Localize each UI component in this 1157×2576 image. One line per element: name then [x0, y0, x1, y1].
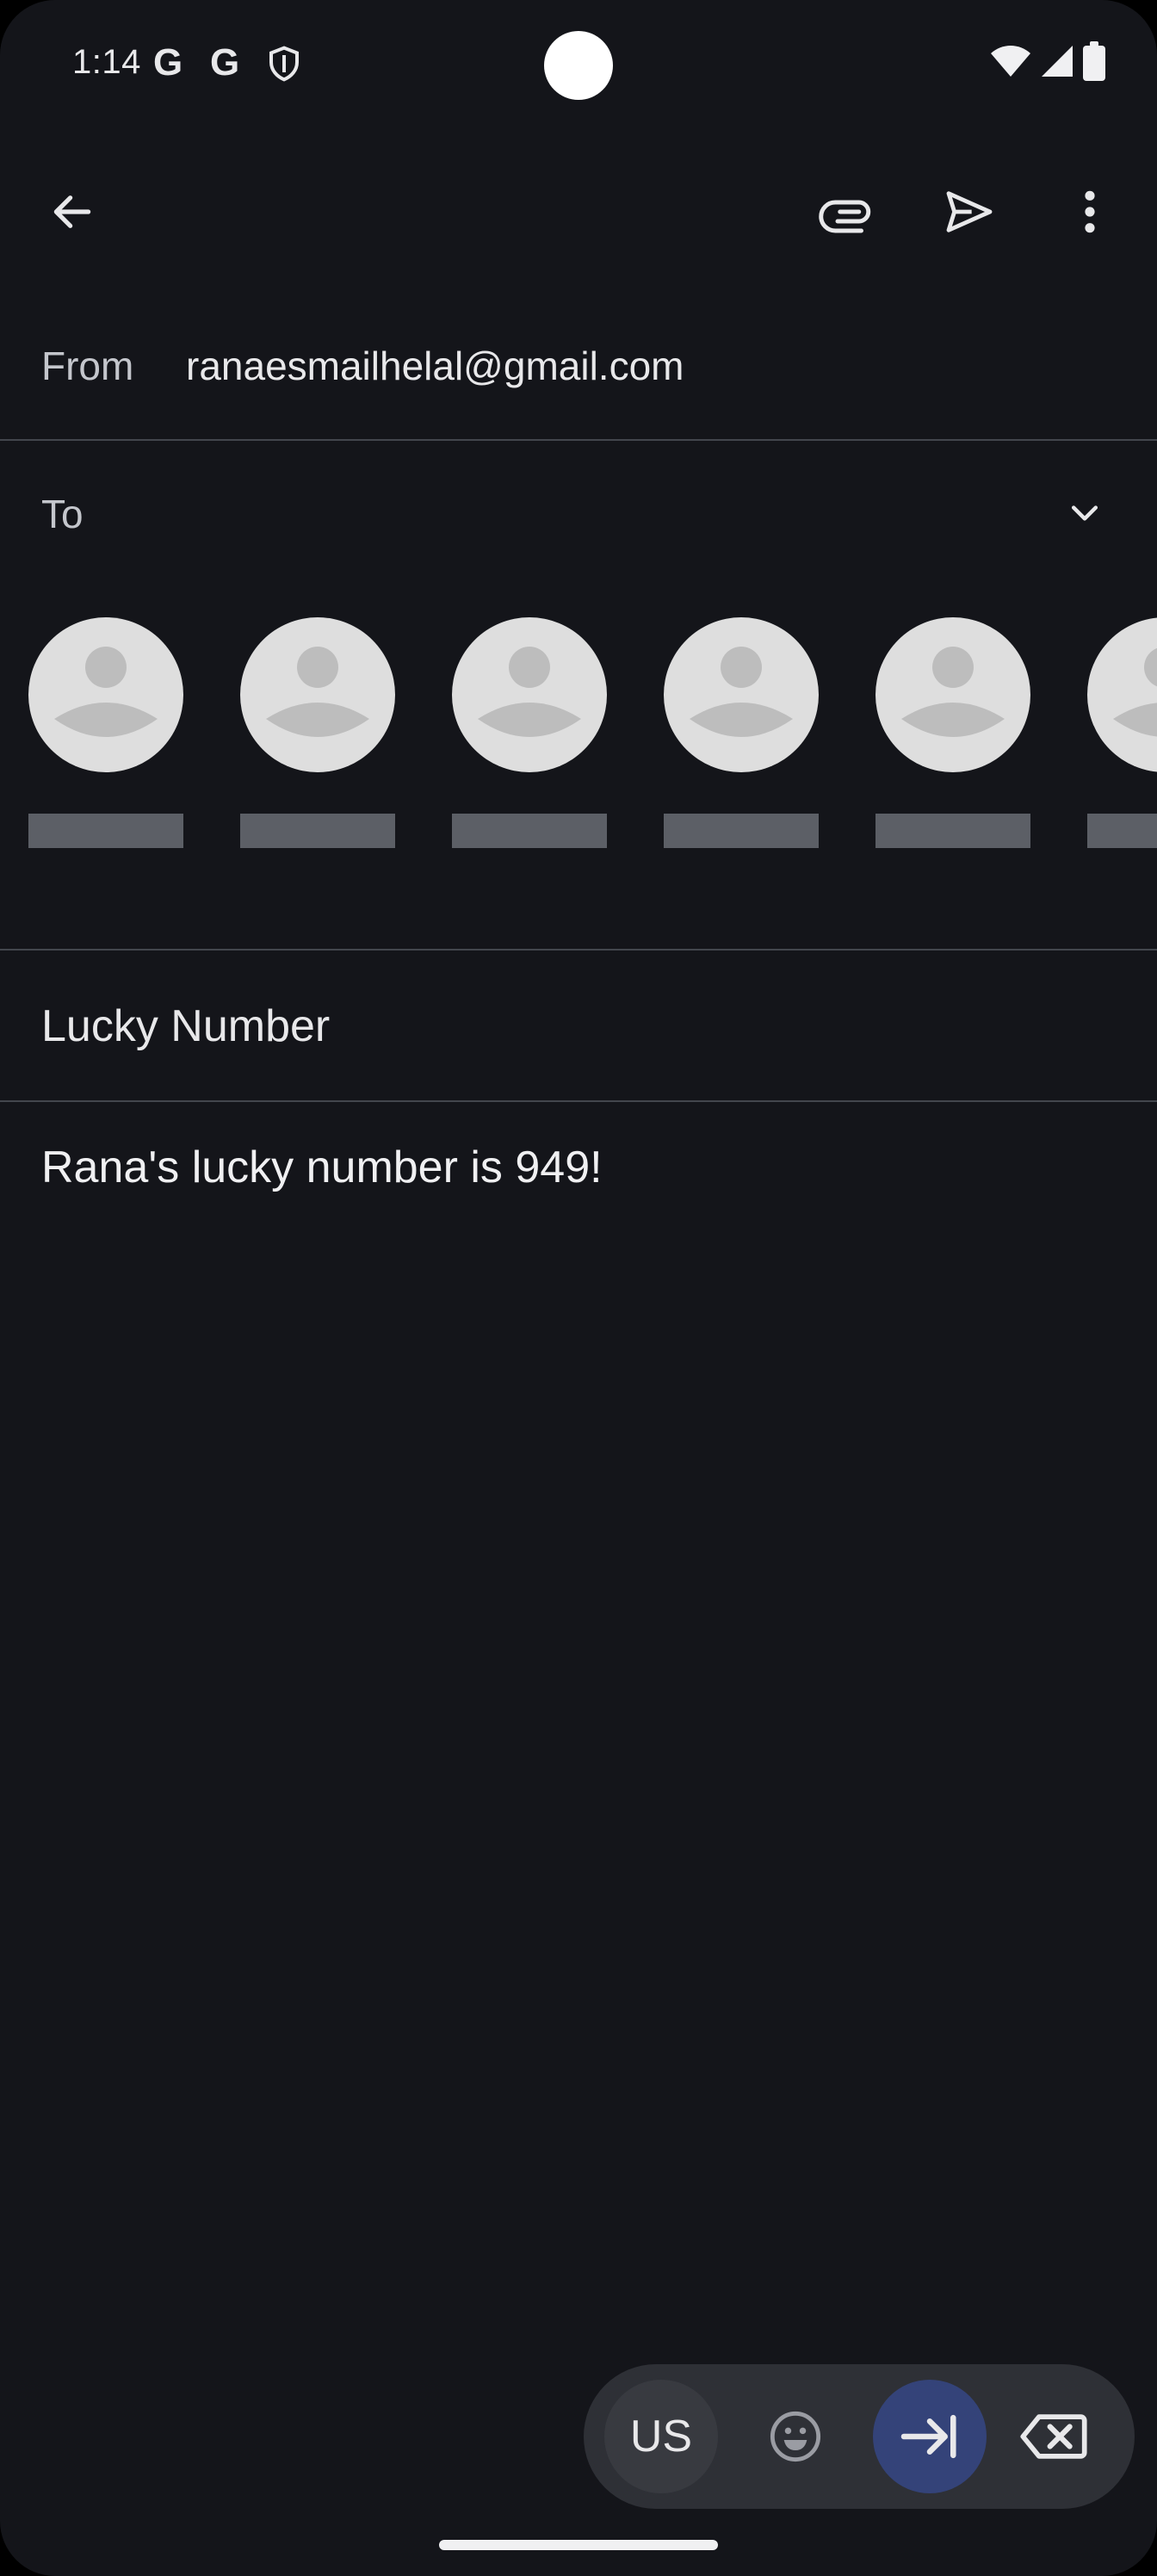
- avatar: [240, 617, 395, 772]
- google-notification-icon: G: [210, 41, 240, 84]
- avatar: [1087, 617, 1157, 772]
- contact-suggestion[interactable]: [452, 617, 607, 850]
- contact-suggestion[interactable]: [875, 617, 1030, 850]
- backspace-button[interactable]: [997, 2380, 1111, 2493]
- person-icon: [266, 647, 369, 737]
- attach-button[interactable]: [806, 170, 888, 253]
- from-address[interactable]: ranaesmailhelal@gmail.com: [186, 343, 684, 389]
- to-row: To: [0, 441, 1157, 949]
- more-options-button[interactable]: [1049, 170, 1131, 253]
- contact-name-placeholder: [664, 814, 819, 848]
- language-button[interactable]: US: [604, 2380, 718, 2493]
- tab-key-button[interactable]: [873, 2380, 987, 2493]
- tab-arrow-icon: [900, 2414, 956, 2459]
- wifi-icon: [991, 46, 1030, 77]
- language-label: US: [629, 2412, 693, 2461]
- contact-name-placeholder: [452, 814, 607, 848]
- arrow-back-icon: [53, 195, 91, 228]
- avatar: [664, 617, 819, 772]
- contact-suggestions: [0, 617, 1157, 858]
- contact-suggestion[interactable]: [240, 617, 395, 850]
- to-label: To: [41, 492, 84, 536]
- emoji-icon: [770, 2411, 821, 2462]
- compose-screen: 1:14 G G From ranaesmailhelal@gmail.com …: [0, 0, 1157, 2576]
- avatar: [28, 617, 183, 772]
- from-label: From: [41, 344, 134, 388]
- body-text: Rana's lucky number is 949!: [41, 1142, 603, 1192]
- avatar: [875, 617, 1030, 772]
- contact-name-placeholder: [875, 814, 1030, 848]
- status-bar: 1:14 G G: [0, 0, 1157, 129]
- body-field[interactable]: Rana's lucky number is 949!: [0, 1102, 1157, 2307]
- subject-field[interactable]: Lucky Number: [0, 951, 1157, 1100]
- more-vert-icon: [1085, 190, 1095, 233]
- google-notification-icon: G: [153, 41, 183, 84]
- from-row[interactable]: From ranaesmailhelal@gmail.com: [0, 327, 1157, 439]
- person-icon: [54, 647, 158, 737]
- signal-icon: [1042, 46, 1073, 77]
- contact-suggestion[interactable]: [28, 617, 183, 850]
- status-time: 1:14: [72, 43, 141, 81]
- gesture-navigation-bar[interactable]: [439, 2540, 718, 2550]
- camera-cutout: [544, 31, 613, 100]
- avatar: [452, 617, 607, 772]
- keyboard-toolbar: US: [584, 2364, 1135, 2509]
- send-icon: [946, 191, 993, 232]
- shield-icon: [269, 46, 299, 82]
- status-right-icons: [990, 41, 1105, 81]
- contact-name-placeholder: [1087, 814, 1157, 848]
- back-button[interactable]: [31, 170, 114, 253]
- person-icon: [690, 647, 793, 737]
- top-app-bar: [0, 164, 1157, 260]
- battery-icon: [1083, 41, 1105, 81]
- subject-text: Lucky Number: [41, 1001, 331, 1051]
- send-button[interactable]: [928, 170, 1011, 253]
- contact-name-placeholder: [28, 814, 183, 848]
- paperclip-icon: [819, 200, 871, 233]
- chevron-down-icon: [1071, 505, 1098, 521]
- contact-name-placeholder: [240, 814, 395, 848]
- emoji-button[interactable]: [739, 2380, 852, 2493]
- person-icon: [478, 647, 581, 737]
- contact-suggestion[interactable]: [664, 617, 819, 850]
- person-icon: [901, 647, 1005, 737]
- contact-suggestion[interactable]: [1087, 617, 1157, 850]
- backspace-icon: [1020, 2414, 1087, 2459]
- person-icon: [1113, 647, 1157, 737]
- expand-recipients-button[interactable]: [1043, 472, 1126, 554]
